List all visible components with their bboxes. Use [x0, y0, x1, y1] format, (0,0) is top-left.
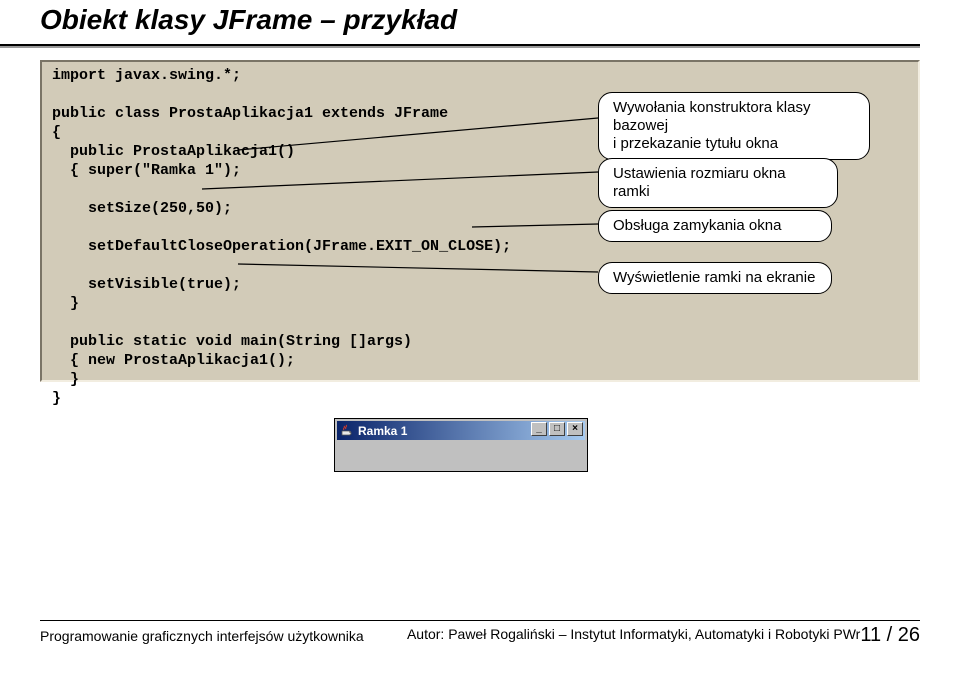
window-title: Ramka 1: [358, 424, 407, 438]
code-line: public class ProstaAplikacja1 extends JF…: [52, 105, 448, 122]
minimize-button[interactable]: _: [531, 422, 547, 436]
code-line: }: [52, 295, 79, 312]
footer-author: Autor: Paweł Rogaliński – Instytut Infor…: [407, 626, 860, 642]
code-line: public static void main(String []args): [52, 333, 412, 350]
callout-text: i przekazanie tytułu okna: [613, 135, 855, 153]
footer-page: 11 / 26: [860, 624, 920, 646]
callout-setsize: Ustawienia rozmiaru okna ramki: [598, 158, 838, 208]
code-line: { new ProstaAplikacja1();: [52, 352, 295, 369]
page-title: Obiekt klasy JFrame – przykład: [40, 4, 457, 36]
callout-closeop: Obsługa zamykania okna: [598, 210, 832, 242]
window-titlebar: Ramka 1 _ □ ×: [337, 421, 585, 440]
code-line: }: [52, 371, 79, 388]
code-line: {: [52, 124, 61, 141]
callout-setvisible: Wyświetlenie ramki na ekranie: [598, 262, 832, 294]
window-buttons: _ □ ×: [531, 422, 583, 436]
code-line: import javax.swing.*;: [52, 67, 241, 84]
close-button[interactable]: ×: [567, 422, 583, 436]
code-line: }: [52, 390, 61, 407]
callout-text: Wywołania konstruktora klasy bazowej: [613, 99, 855, 135]
code-line: setVisible(true);: [52, 276, 241, 293]
example-window: Ramka 1 _ □ ×: [334, 418, 588, 472]
callout-constructor: Wywołania konstruktora klasy bazowej i p…: [598, 92, 870, 160]
maximize-button[interactable]: □: [549, 422, 565, 436]
code-line: { super("Ramka 1");: [52, 162, 241, 179]
code-listing: import javax.swing.*; public class Prost…: [52, 66, 511, 408]
code-line: public ProstaAplikacja1(): [52, 143, 295, 160]
title-underline: [0, 44, 920, 48]
java-cup-icon: [340, 424, 354, 438]
footer-left: Programowanie graficznych interfejsów uż…: [40, 628, 364, 644]
footer-divider: [40, 620, 920, 621]
footer-right: Autor: Paweł Rogaliński – Instytut Infor…: [407, 624, 920, 647]
code-line: setDefaultCloseOperation(JFrame.EXIT_ON_…: [52, 238, 511, 255]
code-line: setSize(250,50);: [52, 200, 232, 217]
